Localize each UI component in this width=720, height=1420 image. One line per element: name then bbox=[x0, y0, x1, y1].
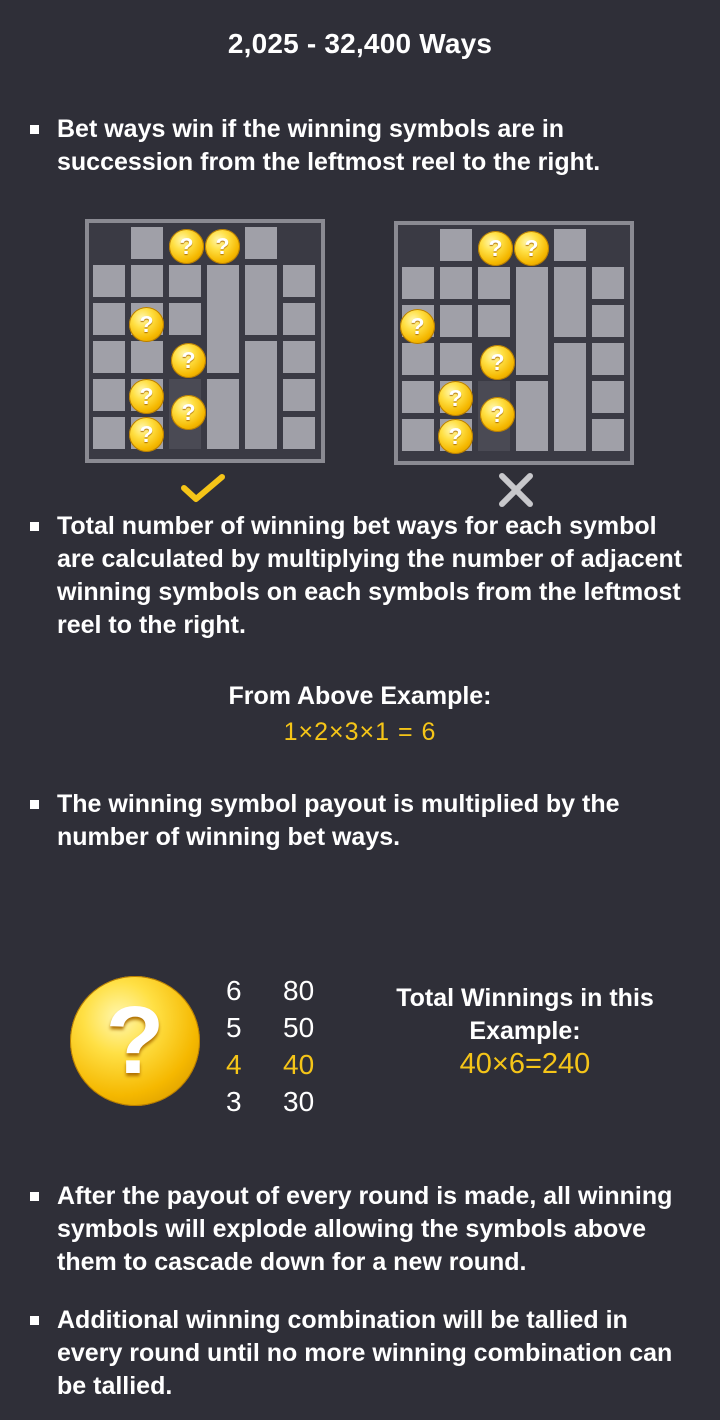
rule-bullet-calculation: Total number of winning bet ways for eac… bbox=[30, 510, 690, 642]
reel-cell bbox=[440, 343, 472, 375]
reel-cell bbox=[283, 379, 315, 411]
reel-cell bbox=[131, 227, 163, 259]
reel-cell bbox=[93, 341, 125, 373]
question-coin-icon: ? bbox=[514, 231, 549, 266]
question-coin-icon: ? bbox=[129, 307, 164, 342]
question-coin-icon: ? bbox=[478, 231, 513, 266]
rule-text: Additional winning combination will be t… bbox=[57, 1306, 673, 1400]
reel-cell bbox=[402, 381, 434, 413]
paytable-row: 6 80 bbox=[226, 972, 314, 1009]
question-coin-icon: ? bbox=[400, 309, 435, 344]
reel-cell bbox=[592, 419, 624, 451]
reel-cell bbox=[131, 341, 163, 373]
reel-cell bbox=[93, 379, 125, 411]
total-winnings-label-line2: Example: bbox=[469, 1017, 581, 1045]
reel-cell bbox=[440, 267, 472, 299]
rule-bullet-payout: The winning symbol payout is multiplied … bbox=[30, 788, 690, 854]
question-coin-icon: ? bbox=[129, 417, 164, 452]
check-icon bbox=[181, 474, 225, 502]
symbol-count: 5 bbox=[226, 1012, 242, 1043]
bullet-marker bbox=[30, 800, 39, 809]
reel-cell bbox=[283, 265, 315, 297]
total-winnings-value: 40×6=240 bbox=[459, 1048, 591, 1080]
symbol-count: 6 bbox=[226, 975, 242, 1006]
question-coin-icon: ? bbox=[480, 397, 515, 432]
total-winnings: Total Winnings in this Example: 40×6=240 bbox=[380, 982, 670, 1081]
reel-block bbox=[554, 267, 586, 337]
reel-cell bbox=[283, 303, 315, 335]
question-coin-icon: ? bbox=[438, 381, 473, 416]
reel-cell bbox=[554, 229, 586, 261]
reel-block bbox=[207, 379, 239, 449]
reel-cell bbox=[478, 267, 510, 299]
reel-cell bbox=[402, 343, 434, 375]
bullet-marker bbox=[30, 1192, 39, 1201]
paytable-row: 5 50 bbox=[226, 1009, 314, 1046]
paytable-row-highlighted: 4 40 bbox=[226, 1046, 314, 1083]
reel-cell bbox=[592, 267, 624, 299]
symbol-payout: 50 bbox=[283, 1012, 315, 1043]
reel-block bbox=[245, 341, 277, 449]
example-heading: From Above Example: bbox=[228, 682, 492, 710]
page-title: 2,025 - 32,400 Ways bbox=[227, 28, 493, 59]
symbol-payout: 30 bbox=[283, 1086, 315, 1117]
reel-cell bbox=[440, 229, 472, 261]
rule-bullet-succession: Bet ways win if the winning symbols are … bbox=[30, 113, 690, 179]
question-coin-icon: ? bbox=[438, 419, 473, 454]
reel-cell bbox=[93, 265, 125, 297]
reel-cell bbox=[169, 265, 201, 297]
reel-cell bbox=[169, 303, 201, 335]
question-coin-icon: ? bbox=[480, 345, 515, 380]
question-coin-icon: ? bbox=[171, 343, 206, 378]
symbol-count: 3 bbox=[226, 1086, 242, 1117]
reel-block bbox=[245, 265, 277, 335]
question-coin-icon: ? bbox=[129, 379, 164, 414]
rule-text: Total number of winning bet ways for eac… bbox=[57, 512, 683, 639]
reel-cell bbox=[402, 267, 434, 299]
bullet-marker bbox=[30, 522, 39, 531]
reel-cell bbox=[93, 417, 125, 449]
symbol-payout: 40 bbox=[283, 1049, 315, 1080]
reel-cell bbox=[592, 381, 624, 413]
reel-cell bbox=[93, 303, 125, 335]
rule-bullet-tally: Additional winning combination will be t… bbox=[30, 1304, 690, 1403]
reel-cell bbox=[131, 265, 163, 297]
question-coin-icon: ? bbox=[70, 976, 200, 1106]
reel-cell bbox=[478, 305, 510, 337]
rule-bullet-cascade: After the payout of every round is made,… bbox=[30, 1180, 690, 1279]
valid-example-grid: ??????? bbox=[85, 219, 325, 463]
reel-cell bbox=[440, 305, 472, 337]
reel-cell bbox=[592, 305, 624, 337]
question-coin-icon: ? bbox=[171, 395, 206, 430]
reel-cell bbox=[283, 417, 315, 449]
reel-cell bbox=[283, 341, 315, 373]
reel-cell bbox=[592, 343, 624, 375]
cross-icon bbox=[499, 473, 533, 507]
question-coin-icon: ? bbox=[169, 229, 204, 264]
invalid-example-grid: ??????? bbox=[394, 221, 634, 465]
bullet-marker bbox=[30, 1316, 39, 1325]
symbol-count: 4 bbox=[226, 1049, 242, 1080]
example-formula: 1×2×3×1 = 6 bbox=[283, 718, 437, 746]
symbol-payout: 80 bbox=[283, 975, 315, 1006]
total-winnings-label-line1: Total Winnings in this bbox=[396, 984, 654, 1012]
rule-text: The winning symbol payout is multiplied … bbox=[57, 790, 620, 851]
question-coin-icon: ? bbox=[205, 229, 240, 264]
reel-block bbox=[207, 265, 239, 373]
bullet-marker bbox=[30, 125, 39, 134]
reel-block bbox=[554, 343, 586, 451]
reel-cell bbox=[402, 419, 434, 451]
paytable-row: 3 30 bbox=[226, 1083, 314, 1120]
reel-block bbox=[516, 381, 548, 451]
rule-text: Bet ways win if the winning symbols are … bbox=[57, 115, 601, 176]
reel-block bbox=[516, 267, 548, 375]
reel-cell bbox=[245, 227, 277, 259]
rule-text: After the payout of every round is made,… bbox=[57, 1182, 673, 1276]
